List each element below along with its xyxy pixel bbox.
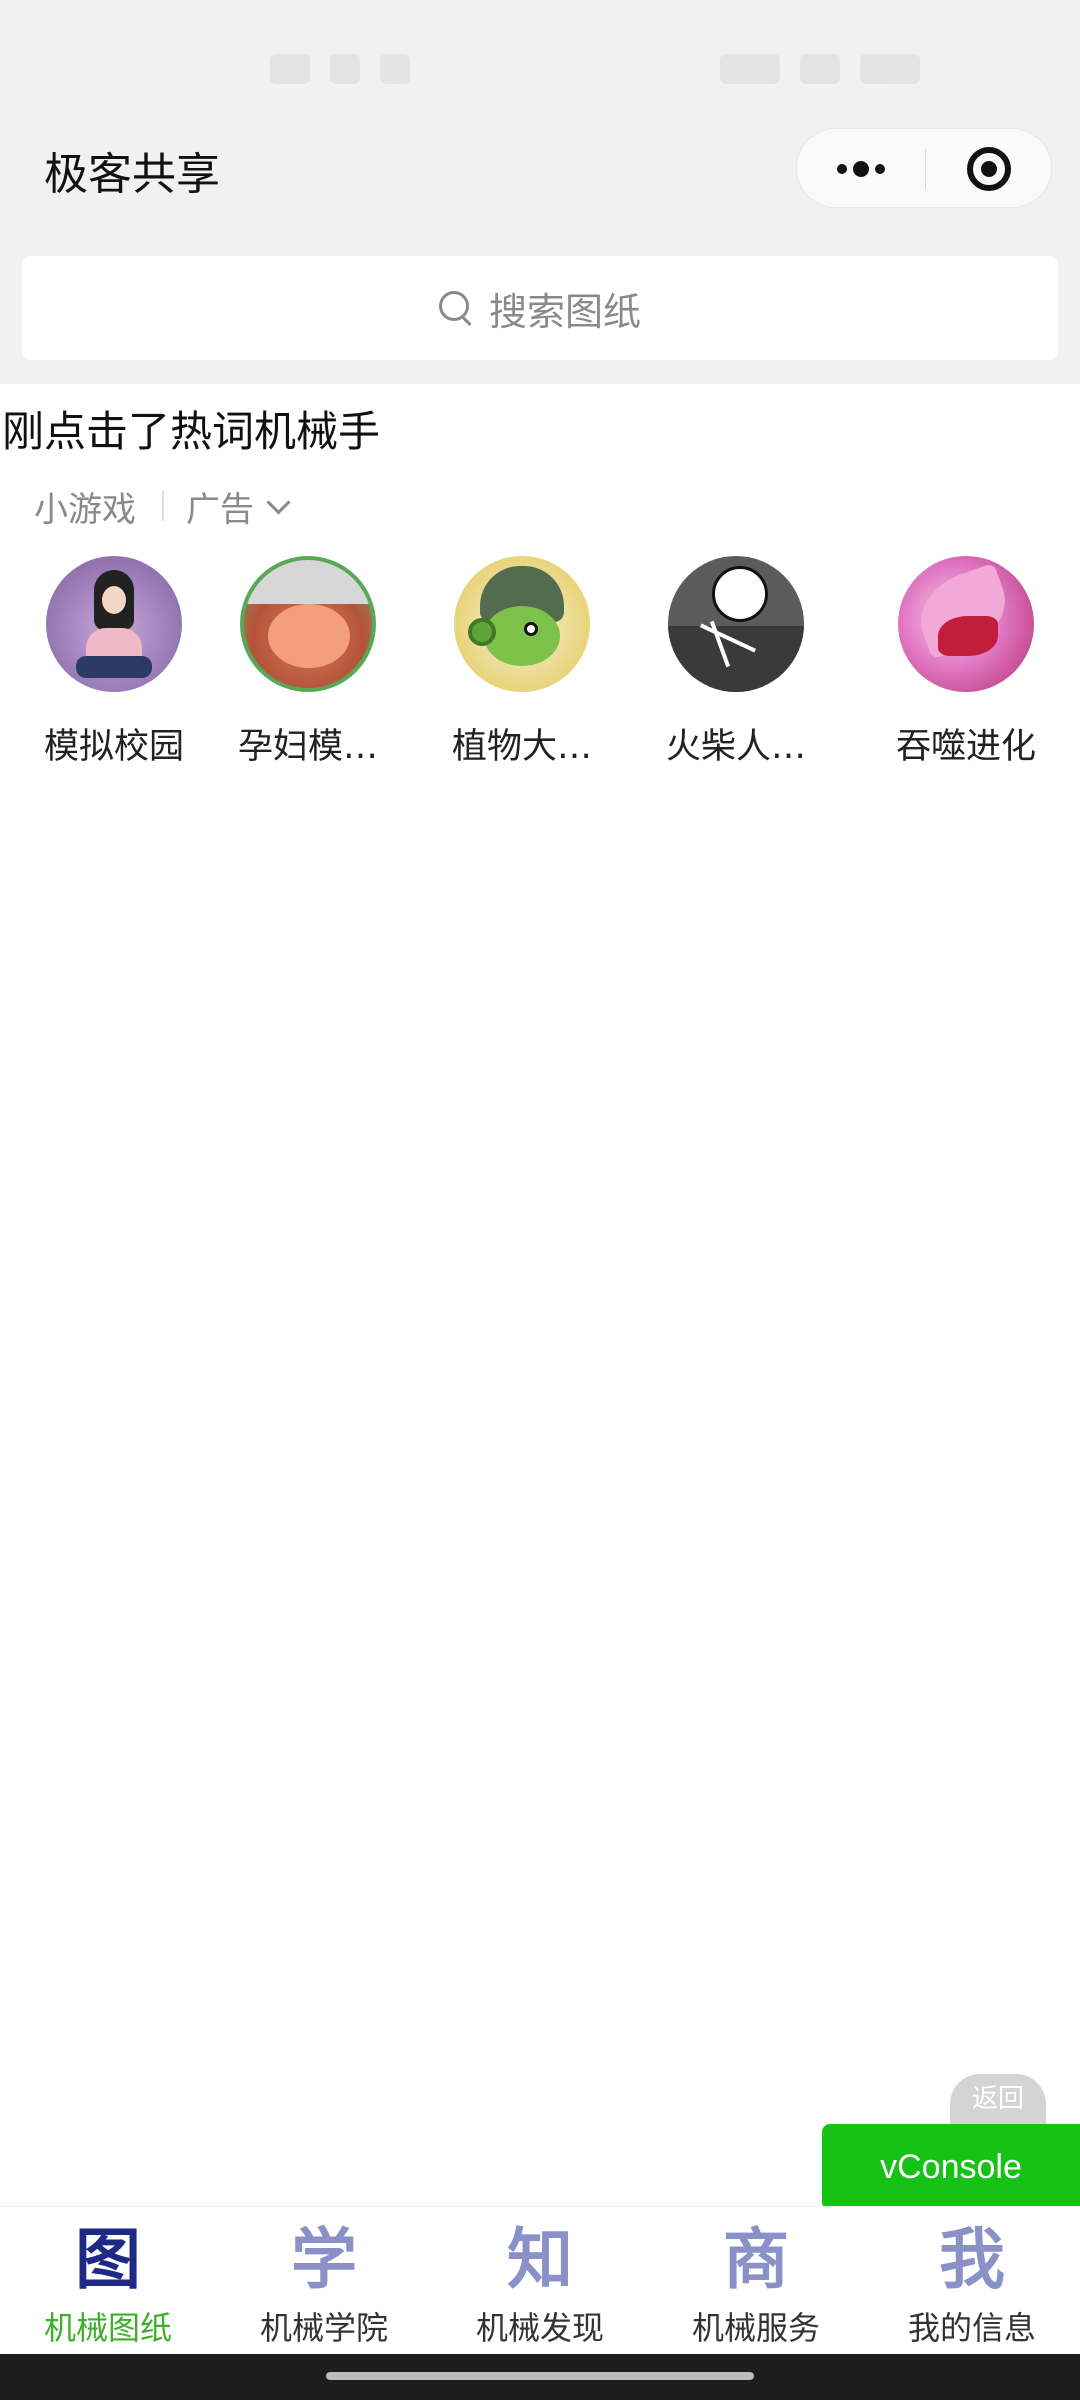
- bottom-tab-bar: 图 机械图纸 学 机械学院 知 机械发现 商 机械服务 我 我的信息: [0, 2206, 1080, 2355]
- game-avatar[interactable]: [898, 556, 1034, 692]
- status-icon: [330, 54, 360, 84]
- academy-icon: 学: [291, 2220, 357, 2298]
- game-avatar[interactable]: [46, 556, 182, 692]
- game-name: 植物大…: [451, 727, 592, 767]
- tab-label: 机械发现: [475, 2309, 604, 2347]
- ad-source-label: 小游戏: [34, 489, 136, 530]
- tab-academy[interactable]: 学 机械学院: [216, 2207, 432, 2355]
- home-indicator[interactable]: [326, 2372, 754, 2380]
- tab-drawings[interactable]: 图 机械图纸: [0, 2207, 216, 2355]
- mini-game-list: 模拟校园 孕妇模… 植物大… 火柴人… 吞噬进化: [0, 556, 1080, 769]
- tab-label: 我的信息: [907, 2309, 1036, 2347]
- chevron-down-icon[interactable]: [266, 489, 291, 515]
- tab-profile[interactable]: 我 我的信息: [864, 2207, 1080, 2355]
- more-dots-icon: [853, 161, 869, 177]
- game-avatar[interactable]: [454, 556, 590, 692]
- mini-game-item[interactable]: 吞噬进化: [866, 556, 1066, 769]
- status-bar: [0, 0, 1080, 120]
- tab-services[interactable]: 商 机械服务: [648, 2207, 864, 2355]
- drawings-icon: 图: [75, 2220, 141, 2298]
- mini-game-item[interactable]: 孕妇模…: [208, 556, 408, 769]
- tab-discover[interactable]: 知 机械发现: [432, 2207, 648, 2355]
- divider: [162, 491, 164, 521]
- battery-icon: [860, 54, 920, 84]
- miniprogram-capsule: [796, 128, 1052, 208]
- system-nav-bar: [0, 2354, 1080, 2400]
- discover-icon: 知: [507, 2220, 573, 2298]
- ad-label[interactable]: 广告: [186, 482, 254, 531]
- status-icon: [270, 54, 310, 84]
- wifi-icon: [800, 54, 840, 84]
- tab-label: 机械服务: [691, 2309, 820, 2347]
- search-icon: [438, 291, 473, 327]
- more-dots-icon: [837, 164, 847, 174]
- services-icon: 商: [723, 2220, 789, 2298]
- mini-game-item[interactable]: 火柴人…: [636, 556, 836, 769]
- hotword-hint: 刚点击了热词机械手: [2, 407, 381, 456]
- ad-header: 小游戏 广告: [34, 482, 291, 531]
- tab-label: 机械学院: [259, 2309, 388, 2347]
- profile-icon: 我: [939, 2220, 1005, 2298]
- mini-game-item[interactable]: 模拟校园: [14, 556, 214, 769]
- signal-icon: [720, 54, 780, 84]
- search-placeholder: 搜索图纸: [488, 289, 641, 334]
- game-name: 模拟校园: [43, 727, 184, 767]
- search-input[interactable]: 搜索图纸: [22, 256, 1058, 360]
- more-dots-icon: [875, 164, 885, 174]
- page-title: 极客共享: [44, 149, 220, 200]
- top-bar: 极客共享: [0, 0, 1080, 232]
- target-icon: [967, 147, 1011, 191]
- game-name: 孕妇模…: [237, 727, 378, 767]
- mini-game-item[interactable]: 植物大…: [422, 556, 622, 769]
- close-button[interactable]: [925, 129, 1053, 209]
- status-icon: [380, 54, 410, 84]
- vconsole-button[interactable]: vConsole: [822, 2124, 1080, 2210]
- game-name: 火柴人…: [665, 727, 806, 767]
- more-button[interactable]: [797, 129, 925, 209]
- game-name: 吞噬进化: [895, 727, 1036, 767]
- tab-label: 机械图纸: [43, 2309, 172, 2347]
- game-avatar[interactable]: [240, 556, 376, 692]
- game-avatar[interactable]: [668, 556, 804, 692]
- search-section: 搜索图纸: [0, 232, 1080, 384]
